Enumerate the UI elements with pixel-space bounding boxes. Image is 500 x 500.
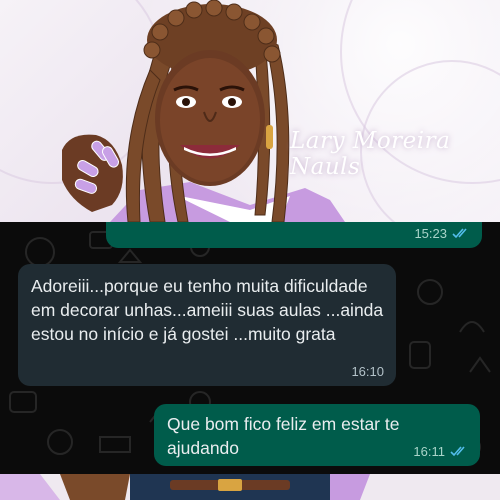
photo-bottom-detail xyxy=(0,474,370,500)
chat-message-incoming[interactable]: Adoreiii...porque eu tenho muita dificul… xyxy=(18,264,396,386)
chat-message-outgoing[interactable]: Que bom fico feliz em estar te ajudando … xyxy=(154,404,480,466)
message-text: Adoreiii...porque eu tenho muita dificul… xyxy=(31,276,384,344)
message-meta: 16:11 xyxy=(413,444,468,459)
message-time: 16:11 xyxy=(413,444,445,459)
chat-message-outgoing[interactable]: 15:23 xyxy=(106,222,482,248)
message-meta: 15:23 xyxy=(414,226,470,241)
signature-watermark: Lary Moreira Nauls xyxy=(290,128,451,180)
read-double-check-icon xyxy=(450,446,465,457)
chat-conversation: 15:23 Adoreiii...porque eu tenho muita d… xyxy=(0,222,500,474)
profile-photo xyxy=(62,0,345,222)
message-time: 16:10 xyxy=(351,364,384,379)
profile-photo-bottom xyxy=(0,474,500,500)
message-time: 15:23 xyxy=(414,226,447,241)
message-meta: 16:10 xyxy=(351,364,384,379)
profile-banner: Lary Moreira Nauls xyxy=(0,0,500,222)
read-double-check-icon xyxy=(452,228,467,239)
